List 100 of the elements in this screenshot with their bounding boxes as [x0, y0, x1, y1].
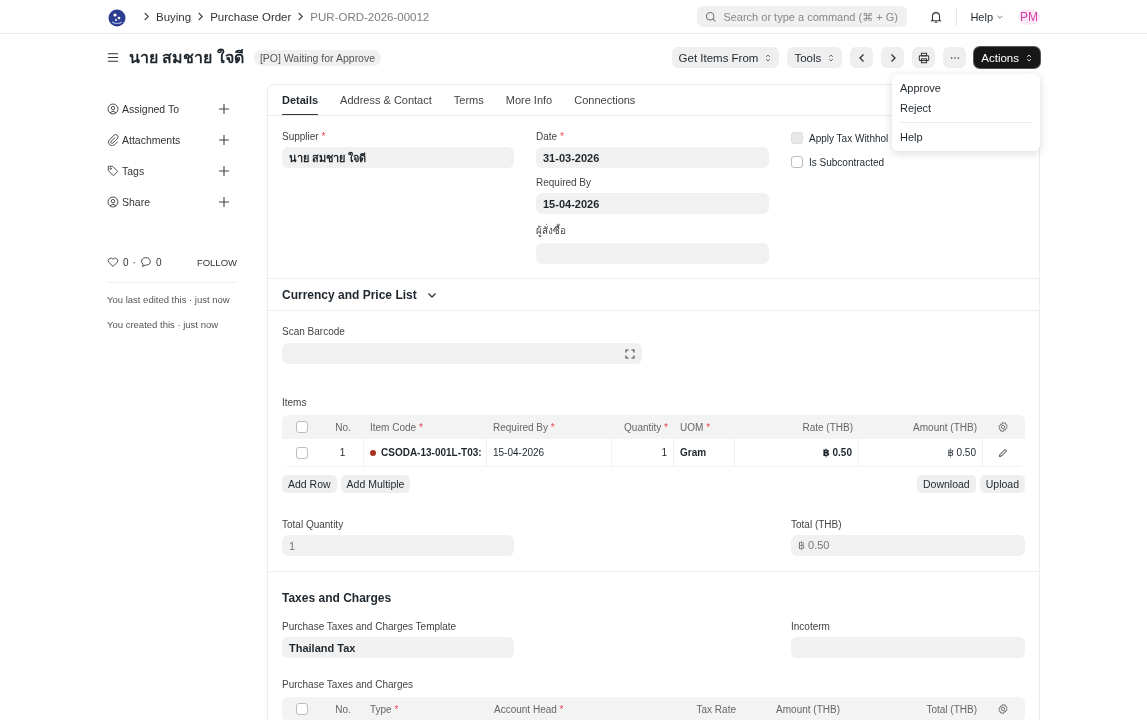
- edit-icon[interactable]: [998, 447, 1008, 458]
- column-header: Required By *: [493, 421, 555, 433]
- table-cell: Gram: [680, 447, 707, 458]
- next-button[interactable]: [881, 47, 905, 68]
- field-label: ผู้สั่งซื้อ: [536, 223, 567, 238]
- section-title[interactable]: Currency and Price List: [282, 288, 417, 302]
- field-label: Supplier *: [282, 131, 327, 142]
- table-button[interactable]: Add Multiple: [340, 475, 411, 493]
- user-avatar[interactable]: PM: [1018, 8, 1040, 25]
- tab[interactable]: Connections: [574, 85, 636, 115]
- breadcrumb-link[interactable]: Purchase Order: [210, 10, 292, 23]
- barcode-field[interactable]: [282, 343, 642, 364]
- printer-icon: [917, 51, 930, 64]
- sidebar-item[interactable]: Assigned To: [107, 102, 179, 115]
- column-header: Tax Rate: [696, 703, 736, 715]
- table-cell: ฿ 0.50: [947, 447, 976, 458]
- table-cell: 1: [339, 447, 346, 458]
- column-header: UOM *: [680, 421, 711, 433]
- user-icon: [107, 102, 119, 115]
- sort-caret-icon: [827, 52, 836, 63]
- sort-caret-icon: [1025, 52, 1033, 63]
- sidebar-item[interactable]: Attachments: [107, 133, 181, 146]
- heart-icon[interactable]: [107, 256, 119, 268]
- comment-icon[interactable]: [139, 256, 152, 268]
- input-field[interactable]: 15-04-2026: [536, 193, 769, 214]
- checkbox[interactable]: [791, 156, 803, 168]
- separator-dot: ·: [132, 256, 136, 268]
- field-label: Purchase Taxes and Charges Template: [282, 621, 458, 632]
- column-header: No.: [335, 421, 351, 433]
- dropdown-button[interactable]: Tools: [787, 47, 843, 68]
- table-button[interactable]: Upload: [979, 475, 1025, 493]
- like-count: 0: [123, 256, 129, 268]
- breadcrumb-link[interactable]: PUR-ORD-2026-00012: [310, 10, 430, 23]
- column-header: Account Head *: [494, 703, 564, 715]
- column-header: Item Code *: [370, 421, 423, 433]
- section-title: Taxes and Charges: [282, 591, 393, 605]
- user-icon: [107, 195, 119, 208]
- table-cell: 1: [661, 447, 667, 458]
- print-button[interactable]: [912, 47, 936, 68]
- checkbox-label: Apply Tax Withhol: [809, 132, 889, 144]
- table-label: Purchase Taxes and Charges: [282, 679, 414, 690]
- input-field[interactable]: Thailand Tax: [282, 637, 514, 658]
- paperclip-icon: [107, 133, 119, 146]
- column-header: Amount (THB): [776, 703, 840, 715]
- table-label: Items: [282, 397, 308, 408]
- sidebar-item[interactable]: Share: [107, 195, 151, 208]
- activity-text: You created this · just now: [107, 317, 220, 332]
- tab[interactable]: Terms: [453, 85, 484, 115]
- column-header: Type *: [370, 703, 399, 715]
- help-menu[interactable]: Help: [970, 10, 1004, 23]
- sort-caret-icon: [764, 52, 773, 63]
- search-field[interactable]: Search or type a command (⌘ + G): [697, 6, 908, 27]
- chevron-right-icon: [197, 12, 205, 21]
- expand-icon[interactable]: [625, 348, 635, 359]
- activity-text: You last edited this · just now: [107, 293, 231, 307]
- previous-button[interactable]: [850, 47, 874, 68]
- column-header: Total (THB): [926, 703, 977, 715]
- field-label: Total (THB): [791, 519, 843, 530]
- input-field[interactable]: นาย สมชาย ใจดี: [282, 147, 514, 168]
- input-field[interactable]: 31-03-2026: [536, 147, 769, 168]
- chevron-down-icon[interactable]: [426, 290, 437, 300]
- comment-count: 0: [155, 256, 162, 268]
- menu-item[interactable]: Help: [892, 127, 1040, 147]
- breadcrumb-link[interactable]: Buying: [156, 10, 192, 23]
- menu-item[interactable]: Reject: [892, 98, 1040, 118]
- tab[interactable]: Address & Contact: [340, 85, 432, 115]
- column-header: Quantity *: [624, 421, 668, 433]
- input-field[interactable]: 1: [282, 535, 514, 556]
- select-all-checkbox[interactable]: [296, 703, 308, 715]
- table-button[interactable]: Add Row: [282, 475, 337, 493]
- page-title: นาย สมชาย ใจดี: [129, 47, 244, 68]
- search-icon: [705, 10, 718, 23]
- follow-link[interactable]: FOLLOW: [196, 256, 237, 268]
- add-icon[interactable]: [219, 165, 229, 176]
- dropdown-button[interactable]: Get Items From: [671, 47, 780, 68]
- field-label: Scan Barcode: [282, 326, 346, 337]
- settings-icon[interactable]: [997, 421, 1009, 433]
- add-icon[interactable]: [219, 134, 229, 145]
- column-header: Amount (THB): [913, 421, 977, 433]
- field-label: Required By: [536, 177, 593, 188]
- chevron-right-icon: [143, 12, 150, 21]
- settings-icon[interactable]: [997, 703, 1009, 715]
- add-icon[interactable]: [219, 103, 229, 114]
- table-cell: 15-04-2026: [493, 447, 545, 458]
- menu-icon[interactable]: [107, 52, 119, 63]
- field-label: Total Quantity: [282, 519, 345, 530]
- tab[interactable]: Details: [282, 85, 319, 115]
- tag-icon: [107, 164, 119, 177]
- tab[interactable]: More Info: [505, 85, 553, 115]
- select-all-checkbox[interactable]: [296, 421, 308, 433]
- column-header: Rate (THB): [802, 421, 853, 433]
- add-icon[interactable]: [219, 196, 229, 207]
- actions-button[interactable]: Actions: [974, 47, 1040, 68]
- input-field[interactable]: ฿ 0.50: [791, 535, 1025, 556]
- row-checkbox[interactable]: [296, 446, 308, 459]
- table-button[interactable]: Download: [917, 475, 976, 493]
- menu-item[interactable]: Approve: [892, 78, 1040, 98]
- field-label: Incoterm: [791, 621, 831, 632]
- sidebar-item[interactable]: Tags: [107, 164, 145, 177]
- notification-bell-icon[interactable]: [929, 9, 944, 24]
